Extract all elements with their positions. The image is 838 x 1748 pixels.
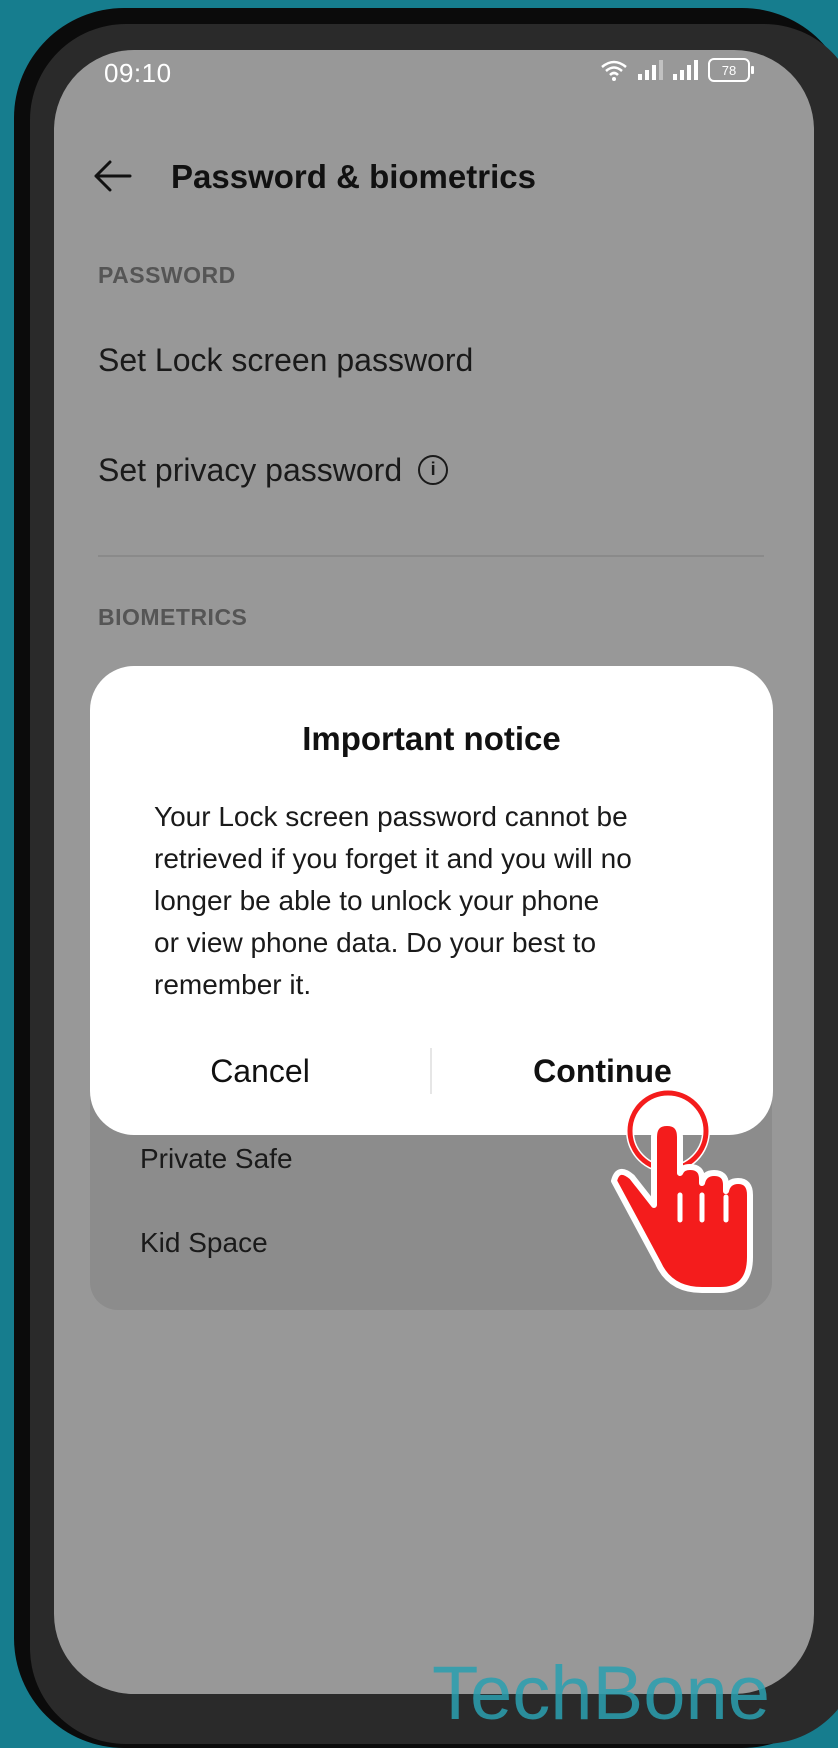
section-heading-biometrics: BIOMETRICS [98, 604, 248, 630]
arrow-left-icon [94, 160, 132, 192]
cancel-button[interactable]: Cancel [90, 1052, 430, 1091]
signal-icon [638, 60, 663, 80]
private-safe-item[interactable]: Private Safe [140, 1143, 293, 1175]
kid-space-item[interactable]: Kid Space [140, 1227, 268, 1259]
watermark: TechBone [432, 1651, 771, 1736]
wifi-icon [601, 60, 627, 81]
back-button[interactable] [92, 158, 132, 201]
dialog-title: Important notice [302, 720, 561, 757]
dialog-line: remember it. [154, 969, 312, 1000]
battery-icon: 78 [708, 58, 754, 82]
tap-hand-icon [611, 1089, 753, 1293]
set-privacy-password-label: Set privacy password [98, 452, 403, 488]
dialog-line: retrieved if you forget it and you will … [154, 843, 632, 874]
dialog-line: Your Lock screen password cannot be [154, 801, 628, 832]
signal-icon [673, 60, 698, 80]
status-icons: 78 [600, 58, 754, 82]
important-notice-dialog: Important notice Your Lock screen passwo… [90, 666, 773, 1135]
set-lock-screen-password-item[interactable]: Set Lock screen password [98, 342, 473, 379]
page-title: Password & biometrics [171, 158, 536, 195]
info-icon[interactable]: i [418, 454, 449, 485]
status-time: 09:10 [104, 58, 172, 88]
set-privacy-password-item[interactable]: Set privacy password i [98, 452, 449, 489]
dialog-message: Your Lock screen password cannot be retr… [154, 796, 714, 1006]
dialog-line: or view phone data. Do your best to [154, 927, 597, 958]
section-heading-password: PASSWORD [98, 262, 236, 288]
dialog-line: longer be able to unlock your phone [154, 885, 600, 916]
divider [98, 555, 764, 557]
